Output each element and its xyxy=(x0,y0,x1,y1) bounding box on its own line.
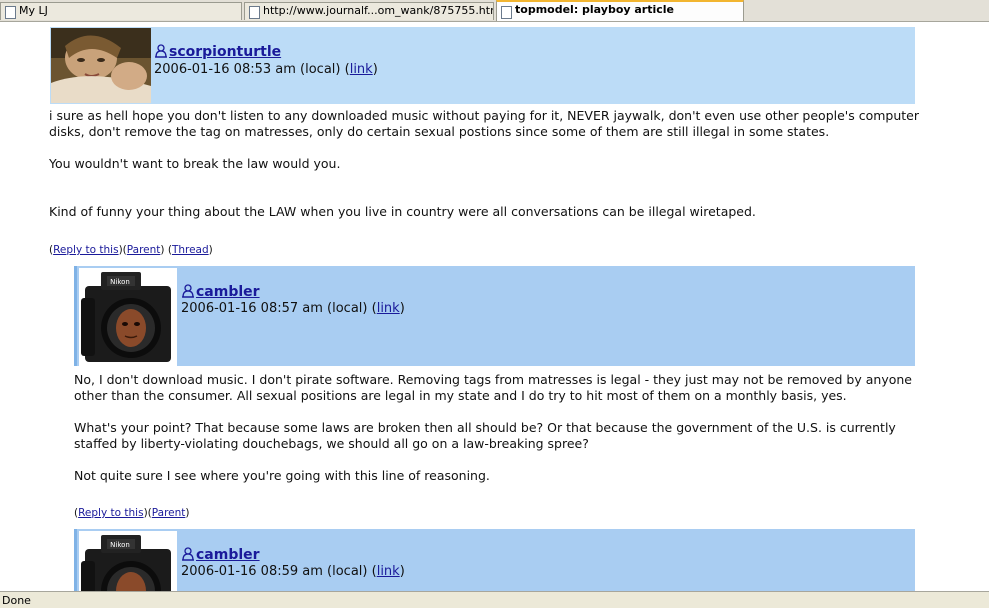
avatar[interactable]: Nikon xyxy=(79,268,177,366)
page-content: scorpionturtle 2006-01-16 08:53 am (loca… xyxy=(0,22,989,591)
avatar[interactable]: Nikon xyxy=(79,531,177,591)
comment-actions: (Reply to this)(Parent) xyxy=(74,507,190,519)
author-line: cambler xyxy=(181,284,260,301)
svg-text:Nikon: Nikon xyxy=(110,541,130,549)
comment-header: scorpionturtle 2006-01-16 08:53 am (loca… xyxy=(50,27,915,104)
tab-label: topmodel: playboy article xyxy=(515,3,675,16)
reply-link[interactable]: Reply to this xyxy=(53,244,118,256)
thread-link[interactable]: Thread xyxy=(172,244,209,256)
tab-label: http://www.journalf...om_wank/875755.htm… xyxy=(263,4,494,17)
parent-link[interactable]: Parent xyxy=(127,244,161,256)
comment-date: 2006-01-16 08:57 am (local) (link) xyxy=(181,301,405,316)
username-link[interactable]: cambler xyxy=(196,284,260,300)
comment-paragraph: i sure as hell hope you don't listen to … xyxy=(49,108,920,139)
date-text: 2006-01-16 08:59 am (local) xyxy=(181,564,368,579)
comment-paragraph: Kind of funny your thing about the LAW w… xyxy=(49,204,756,219)
page-icon xyxy=(249,6,260,19)
tab-bar: My LJ http://www.journalf...om_wank/8757… xyxy=(0,0,989,22)
tab-topmodel[interactable]: topmodel: playboy article xyxy=(496,0,744,21)
page-icon xyxy=(5,6,16,19)
permalink[interactable]: link xyxy=(350,62,373,77)
author-line: cambler xyxy=(181,547,260,564)
avatar[interactable] xyxy=(51,28,151,103)
comment-date: 2006-01-16 08:53 am (local) (link) xyxy=(154,62,378,77)
user-icon xyxy=(182,284,194,298)
author-line: scorpionturtle xyxy=(154,44,281,61)
comment-paragraph: You wouldn't want to break the law would… xyxy=(49,156,341,171)
status-bar: Done xyxy=(0,591,989,608)
tab-label: My LJ xyxy=(19,4,48,17)
comment-body: No, I don't download music. I don't pira… xyxy=(74,372,919,500)
comment-paragraph: What's your point? That because some law… xyxy=(74,420,896,451)
comment-actions: (Reply to this)(Parent) (Thread) xyxy=(49,244,213,256)
comment-paragraph: No, I don't download music. I don't pira… xyxy=(74,372,912,403)
page-icon xyxy=(501,6,512,19)
date-text: 2006-01-16 08:53 am (local) xyxy=(154,62,341,77)
parent-link[interactable]: Parent xyxy=(152,507,186,519)
comment-header: Nikon cambler 2006-01-16 08:59 am (local… xyxy=(74,529,915,591)
comment-body: i sure as hell hope you don't listen to … xyxy=(49,108,919,236)
username-link[interactable]: cambler xyxy=(196,547,260,563)
svg-text:Nikon: Nikon xyxy=(110,278,130,286)
reply-link[interactable]: Reply to this xyxy=(78,507,143,519)
username-link[interactable]: scorpionturtle xyxy=(169,44,281,60)
status-text: Done xyxy=(2,594,31,607)
comment-paragraph: Not quite sure I see where you're going … xyxy=(74,468,490,483)
user-icon xyxy=(182,547,194,561)
comment-header: Nikon cambler 2006-01-16 08:57 am (local… xyxy=(74,266,915,366)
permalink[interactable]: link xyxy=(377,301,400,316)
permalink[interactable]: link xyxy=(377,564,400,579)
tab-my-lj[interactable]: My LJ xyxy=(0,2,242,20)
date-text: 2006-01-16 08:57 am (local) xyxy=(181,301,368,316)
user-icon xyxy=(155,44,167,58)
tab-journalfen[interactable]: http://www.journalf...om_wank/875755.htm… xyxy=(244,2,494,20)
comment-date: 2006-01-16 08:59 am (local) (link) xyxy=(181,564,405,579)
